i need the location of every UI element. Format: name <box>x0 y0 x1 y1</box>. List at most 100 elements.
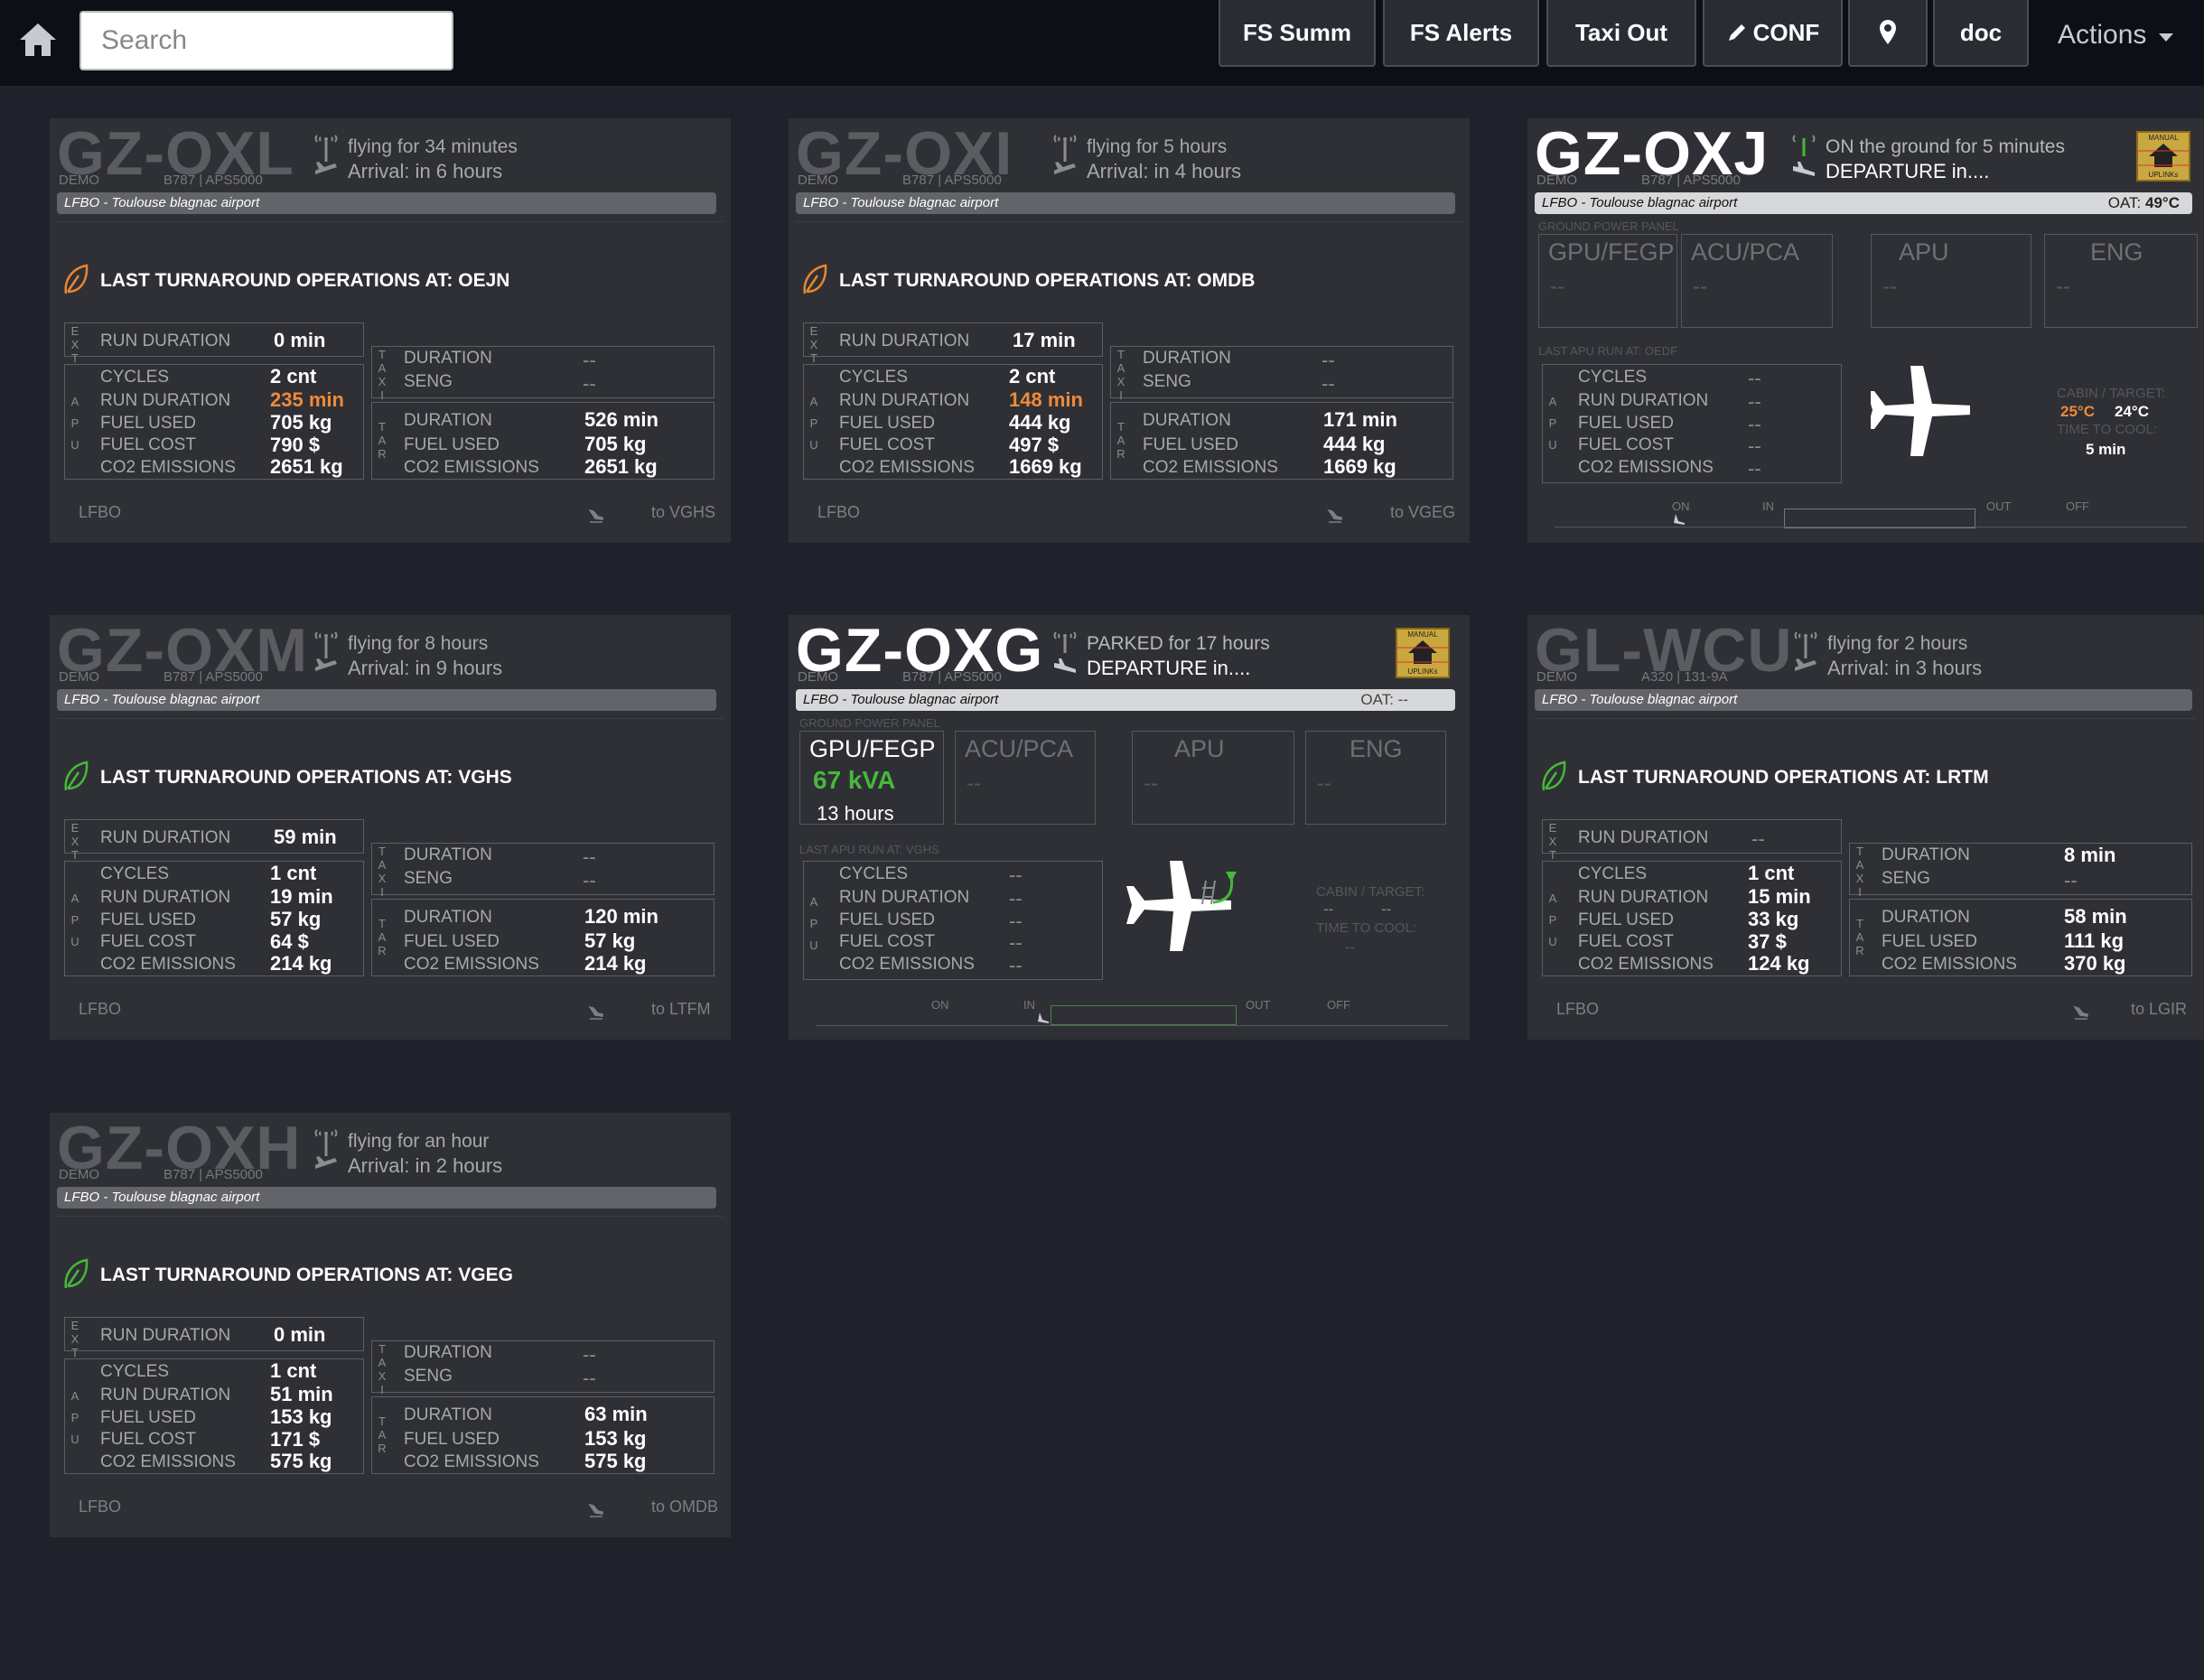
taxi-duration-value: -- <box>583 349 596 371</box>
taxi-duration-value: -- <box>583 845 596 868</box>
taxi-vertical-label: TAXI <box>378 1342 387 1396</box>
tar-co2-value: 214 kg <box>584 952 647 975</box>
taxi-out-button[interactable]: Taxi Out <box>1546 0 1696 67</box>
apu-fuel-used-label: FUEL USED <box>100 910 196 929</box>
apu-value: -- <box>1144 771 1158 796</box>
eco-leaf-icon <box>64 1258 89 1289</box>
tar-fuel-used-value: 153 kg <box>584 1427 647 1450</box>
apu-co2-label: CO2 EMISSIONS <box>100 955 236 974</box>
demo-label: DEMO <box>59 1167 99 1182</box>
demo-label: DEMO <box>798 669 838 685</box>
apu-run-duration-value: 235 min <box>270 388 344 411</box>
eng-value: -- <box>1317 771 1331 796</box>
home-icon[interactable] <box>16 18 60 61</box>
actions-label: Actions <box>2058 20 2147 50</box>
apu-fuel-cost-label: FUEL COST <box>839 435 935 454</box>
taxi-duration-label: DURATION <box>404 349 492 368</box>
aircraft-card-gl-wcu[interactable]: GL-WCU DEMO A320 | 131-9A flying for 2 h… <box>1527 615 2204 1040</box>
chevron-down-icon <box>2159 33 2174 42</box>
apu-co2-label: CO2 EMISSIONS <box>1578 955 1714 974</box>
taxi-duration-value: 8 min <box>2064 844 2116 866</box>
fs-summ-button[interactable]: FS Summ <box>1219 0 1376 67</box>
aircraft-card-gz-oxl[interactable]: GZ-OXL DEMO B787 | APS5000 flying for 34… <box>50 118 731 543</box>
apu-cycles-label: CYCLES <box>1578 864 1648 883</box>
tar-duration-label: DURATION <box>404 908 492 927</box>
manual-text: MANUAL <box>2148 134 2179 142</box>
apu-cycles-value: 1 cnt <box>270 862 317 884</box>
tar-fuel-used-value: 57 kg <box>584 929 636 952</box>
timeline-out-label: OUT <box>1986 499 2012 513</box>
fs-alerts-button[interactable]: FS Alerts <box>1383 0 1539 67</box>
manual-uplinks-badge[interactable]: MANUAL UPLINKs <box>2136 131 2190 182</box>
tar-co2-label: CO2 EMISSIONS <box>404 458 539 477</box>
apu-fuel-cost-value: 497 $ <box>1009 434 1060 456</box>
apu-co2-value: 214 kg <box>270 952 332 975</box>
landing-icon <box>588 1503 603 1517</box>
apu-value: -- <box>1882 275 1897 299</box>
apu-cycles-label: CYCLES <box>100 864 170 883</box>
apu-co2-value: -- <box>1009 954 1023 976</box>
oat-value: -- <box>1397 691 1408 708</box>
manual-text: MANUAL <box>1407 630 1438 639</box>
airport-name: LFBO - Toulouse blagnac airport <box>1542 692 1738 707</box>
apu-fuel-cost-label: FUEL COST <box>839 932 935 951</box>
conf-button[interactable]: CONF <box>1703 0 1843 67</box>
apu-title: APU <box>1899 238 1949 266</box>
aircraft-card-gz-oxh[interactable]: GZ-OXH DEMO B787 | APS5000 flying for an… <box>50 1113 731 1537</box>
timeline-on-label: ON <box>1672 499 1690 513</box>
aircraft-card-gz-oxg[interactable]: GZ-OXG DEMO B787 | APS5000 PARKED for 17… <box>789 615 1470 1040</box>
apu-run-duration-label: RUN DURATION <box>100 888 231 907</box>
eco-leaf-icon <box>64 761 89 791</box>
tar-co2-value: 1669 kg <box>1323 455 1396 478</box>
tar-co2-label: CO2 EMISSIONS <box>1143 458 1278 477</box>
aircraft-card-gz-oxm[interactable]: GZ-OXM DEMO B787 | APS5000 flying for 8 … <box>50 615 731 1040</box>
eco-leaf-icon <box>64 264 89 294</box>
ext-vertical-label: EXT <box>70 324 79 365</box>
apu-vertical-label: APU <box>809 895 818 952</box>
manual-uplinks-badge[interactable]: MANUAL UPLINKs <box>1396 628 1450 678</box>
ext-vertical-label: EXT <box>1548 821 1557 862</box>
flight-status: flying for 5 hours <box>1087 136 1228 157</box>
uplinks-text: UPLINKs <box>1408 667 1438 676</box>
apu-run-duration-value: 15 min <box>1748 885 1811 908</box>
tar-vertical-label: TAR <box>378 917 387 957</box>
acu-value: -- <box>1693 275 1707 299</box>
aircraft-model: B787 | APS5000 <box>163 669 263 685</box>
apu-fuel-used-value: 33 kg <box>1748 908 1799 930</box>
taxi-seng-label: SENG <box>404 869 453 888</box>
apu-fuel-used-value: -- <box>1748 413 1761 435</box>
landing-icon <box>588 509 603 523</box>
actions-menu[interactable]: Actions <box>2058 20 2174 51</box>
tar-vertical-label: TAR <box>1855 917 1864 957</box>
aircraft-card-gz-oxi[interactable]: GZ-OXI DEMO B787 | APS5000 flying for 5 … <box>789 118 1470 543</box>
taxi-duration-value: -- <box>1321 349 1335 371</box>
taxi-seng-value: -- <box>583 1367 596 1389</box>
apu-fuel-cost-value: 171 $ <box>270 1428 321 1451</box>
tar-co2-value: 2651 kg <box>584 455 658 478</box>
search-input[interactable] <box>79 11 453 70</box>
parked-antenna-icon <box>1053 631 1077 673</box>
eng-value: -- <box>2056 275 2070 299</box>
location-button[interactable] <box>1848 0 1928 67</box>
apu-cycles-value: -- <box>1748 367 1761 389</box>
uplinks-text: UPLINKs <box>2149 171 2179 179</box>
apu-fuel-used-label: FUEL USED <box>839 414 935 433</box>
timeline-ground-segment <box>1051 1005 1237 1025</box>
apu-fuel-used-label: FUEL USED <box>100 1408 196 1427</box>
airport-bar: LFBO - Toulouse blagnac airport <box>1535 689 2192 711</box>
apu-fuel-cost-label: FUEL COST <box>100 1430 196 1449</box>
last-turnaround-heading: LAST TURNAROUND OPERATIONS AT: OEJN <box>100 270 510 291</box>
time-to-cool-value: -- <box>1345 938 1356 956</box>
aircraft-gpu-connected-icon <box>1126 861 1237 951</box>
taxi-out-label: Taxi Out <box>1574 18 1668 46</box>
apu-cycles-value: -- <box>1009 863 1023 886</box>
timeline-aircraft-marker-icon <box>1038 1013 1049 1023</box>
aircraft-model: B787 | APS5000 <box>902 173 1002 188</box>
apu-vertical-label: APU <box>1548 891 1557 948</box>
timeline-in-label: IN <box>1023 998 1035 1012</box>
aircraft-card-gz-oxj[interactable]: GZ-OXJ DEMO B787 | APS5000 ON the ground… <box>1527 118 2204 543</box>
tar-duration-label: DURATION <box>1882 908 1970 927</box>
doc-button[interactable]: doc <box>1933 0 2029 67</box>
apu-vertical-label: APU <box>809 395 818 452</box>
last-apu-run-label: LAST APU RUN AT: VGHS <box>799 843 939 856</box>
